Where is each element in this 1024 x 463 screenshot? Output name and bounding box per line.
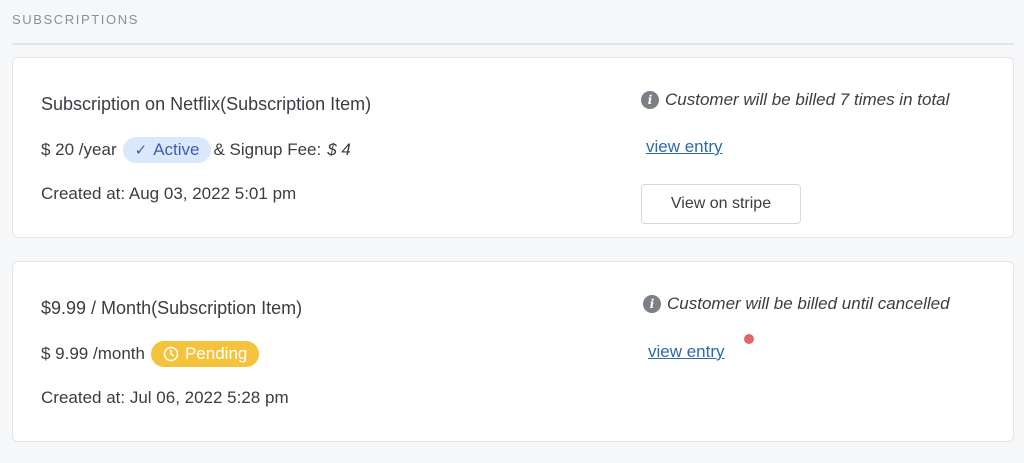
billing-note-text: Customer will be billed 7 times in total: [665, 90, 950, 109]
signup-fee-value: $ 4: [327, 140, 351, 159]
status-label: Pending: [184, 344, 248, 363]
created-at: Created at: Aug 03, 2022 5:01 pm: [41, 184, 297, 203]
billing-note-text: Customer will be billed until cancelled: [667, 294, 950, 313]
signup-fee-label: & Signup Fee:: [213, 140, 322, 159]
subscription-title: $9.99 / Month(Subscription Item): [41, 298, 303, 318]
view-entry-link[interactable]: view entry: [646, 137, 723, 157]
price-row: $ 20 /year ✓ Active & Signup Fee: $ 4: [41, 136, 351, 164]
price-row: $ 9.99 /month Pending: [41, 340, 261, 368]
info-icon: i: [643, 295, 661, 313]
subscription-card: Subscription on Netflix(Subscription Ite…: [12, 57, 1014, 238]
info-icon: i: [641, 91, 659, 109]
view-on-stripe-button[interactable]: View on stripe: [641, 184, 801, 224]
subscription-title: Subscription on Netflix(Subscription Ite…: [41, 94, 372, 114]
subscriptions-panel: SUBSCRIPTIONS Subscription on Netflix(Su…: [0, 0, 1024, 463]
billing-note: i Customer will be billed 7 times in tot…: [641, 90, 949, 110]
view-entry-link[interactable]: view entry: [648, 342, 725, 362]
section-divider: [12, 43, 1014, 45]
status-badge: Pending: [150, 341, 260, 367]
section-title: SUBSCRIPTIONS: [12, 12, 139, 27]
created-at: Created at: Jul 06, 2022 5:28 pm: [41, 388, 289, 407]
billing-note: i Customer will be billed until cancelle…: [643, 294, 950, 314]
subscription-price: $ 9.99 /month: [41, 344, 145, 363]
clock-icon: [163, 346, 179, 362]
status-badge: ✓ Active: [122, 137, 212, 163]
check-icon: ✓: [134, 142, 148, 159]
status-label: Active: [153, 140, 200, 159]
subscription-price: $ 20 /year: [41, 140, 117, 159]
subscription-card: $9.99 / Month(Subscription Item) $ 9.99 …: [12, 261, 1014, 442]
notification-dot: [744, 334, 754, 344]
